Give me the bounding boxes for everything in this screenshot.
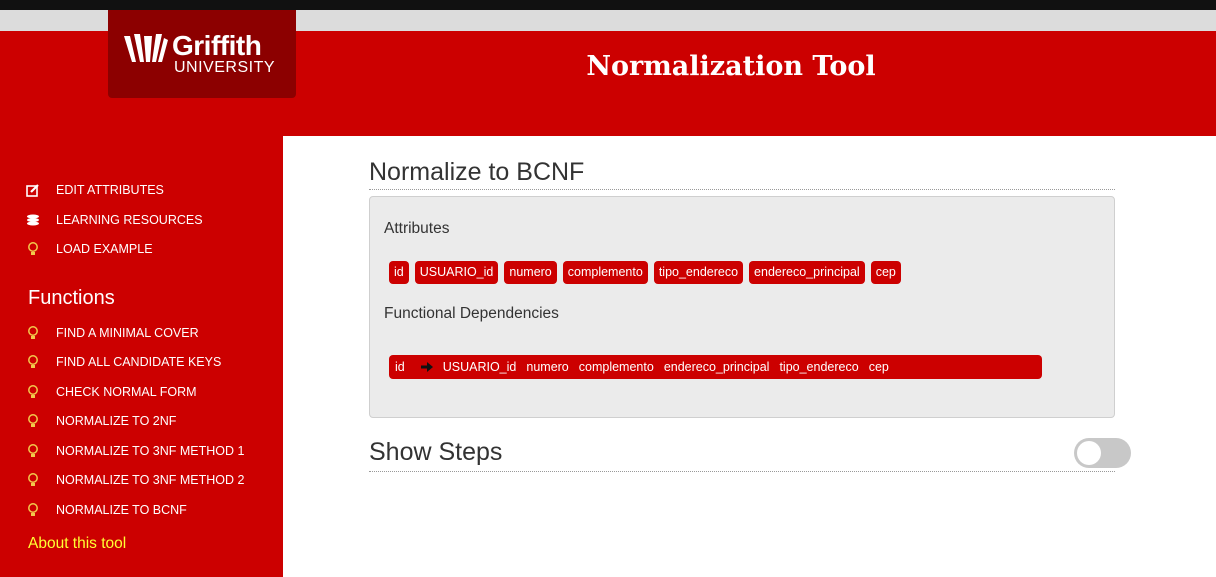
attribute-tag[interactable]: complemento xyxy=(562,261,648,284)
fd-label: Functional Dependencies xyxy=(384,305,559,322)
lightbulb-icon xyxy=(25,444,41,458)
attribute-tag[interactable]: cep xyxy=(870,261,901,284)
arrow-right-icon xyxy=(420,362,433,372)
lightbulb-icon xyxy=(25,326,41,340)
edit-icon xyxy=(25,183,41,197)
fd-rhs-item: numero xyxy=(526,360,569,374)
sidebar-item-learning-resources[interactable]: LEARNING RESOURCES xyxy=(25,213,203,227)
lightbulb-icon xyxy=(25,242,41,256)
sidebar-item-normalize-3nf-method-1[interactable]: NORMALIZE TO 3NF METHOD 1 xyxy=(25,444,244,458)
attribute-tag[interactable]: USUARIO_id xyxy=(414,261,499,284)
page-title: Normalize to BCNF xyxy=(369,158,1115,190)
sidebar-item-label: EDIT ATTRIBUTES xyxy=(56,183,164,197)
lightbulb-icon xyxy=(25,355,41,369)
sidebar-item-label: CHECK NORMAL FORM xyxy=(56,385,197,399)
lightbulb-icon xyxy=(25,385,41,399)
functions-heading: Functions xyxy=(28,287,115,309)
show-steps-toggle[interactable] xyxy=(1074,438,1131,468)
sidebar-item-label: FIND A MINIMAL COVER xyxy=(56,326,199,340)
sidebar-item-label: LEARNING RESOURCES xyxy=(56,213,203,227)
sidebar-item-normalize-3nf-method-2[interactable]: NORMALIZE TO 3NF METHOD 2 xyxy=(25,473,244,487)
sidebar-item-label: NORMALIZE TO BCNF xyxy=(56,503,187,517)
database-icon xyxy=(25,213,41,227)
sidebar-item-normalize-bcnf[interactable]: NORMALIZE TO BCNF xyxy=(25,503,187,517)
logo-name: Griffith xyxy=(172,30,262,61)
sidebar-item-candidate-keys[interactable]: FIND ALL CANDIDATE KEYS xyxy=(25,355,221,369)
top-border xyxy=(0,0,1216,10)
attribute-tag[interactable]: id xyxy=(389,261,409,284)
sidebar-item-label: NORMALIZE TO 3NF METHOD 2 xyxy=(56,473,245,487)
lightbulb-icon xyxy=(25,503,41,517)
attribute-tag[interactable]: endereco_principal xyxy=(749,261,865,284)
fd-rhs-item: USUARIO_id xyxy=(442,360,517,374)
sidebar-item-edit-attributes[interactable]: EDIT ATTRIBUTES xyxy=(25,183,164,197)
logo-subname: UNIVERSITY xyxy=(174,59,276,76)
fd-lhs: id xyxy=(395,360,405,374)
lightbulb-icon xyxy=(25,473,41,487)
sidebar-item-minimal-cover[interactable]: FIND A MINIMAL COVER xyxy=(25,326,199,340)
sidebar-item-label: NORMALIZE TO 2NF xyxy=(56,414,177,428)
attribute-tag[interactable]: numero xyxy=(504,261,557,284)
griffith-crest-icon xyxy=(124,34,168,62)
sidebar-item-load-example[interactable]: LOAD EXAMPLE xyxy=(25,242,153,256)
fd-rhs-item: tipo_endereco xyxy=(779,360,859,374)
attribute-list: id USUARIO_id numero complemento tipo_en… xyxy=(389,261,901,284)
main-content: Normalize to BCNF Attributes id USUARIO_… xyxy=(283,136,1216,577)
about-link[interactable]: About this tool xyxy=(28,535,126,553)
sidebar: EDIT ATTRIBUTES LEARNING RESOURCES LOAD … xyxy=(0,136,283,577)
sidebar-item-label: NORMALIZE TO 3NF METHOD 1 xyxy=(56,444,245,458)
fd-rhs-item: cep xyxy=(868,360,889,374)
attributes-panel: Attributes id USUARIO_id numero compleme… xyxy=(369,196,1115,418)
show-steps-heading: Show Steps xyxy=(369,438,1115,472)
fd-rhs-item: endereco_principal xyxy=(663,360,770,374)
sidebar-item-label: LOAD EXAMPLE xyxy=(56,242,153,256)
toggle-knob xyxy=(1077,441,1101,465)
sidebar-item-check-normal-form[interactable]: CHECK NORMAL FORM xyxy=(25,385,197,399)
attribute-tag[interactable]: tipo_endereco xyxy=(653,261,744,284)
attributes-label: Attributes xyxy=(384,220,450,237)
fd-rhs-item: complemento xyxy=(578,360,654,374)
sidebar-item-normalize-2nf[interactable]: NORMALIZE TO 2NF xyxy=(25,414,176,428)
sidebar-item-label: FIND ALL CANDIDATE KEYS xyxy=(56,355,222,369)
griffith-logo[interactable]: Griffith UNIVERSITY xyxy=(108,10,296,98)
lightbulb-icon xyxy=(25,414,41,428)
functional-dependency[interactable]: id USUARIO_id numero complemento enderec… xyxy=(389,355,1042,379)
